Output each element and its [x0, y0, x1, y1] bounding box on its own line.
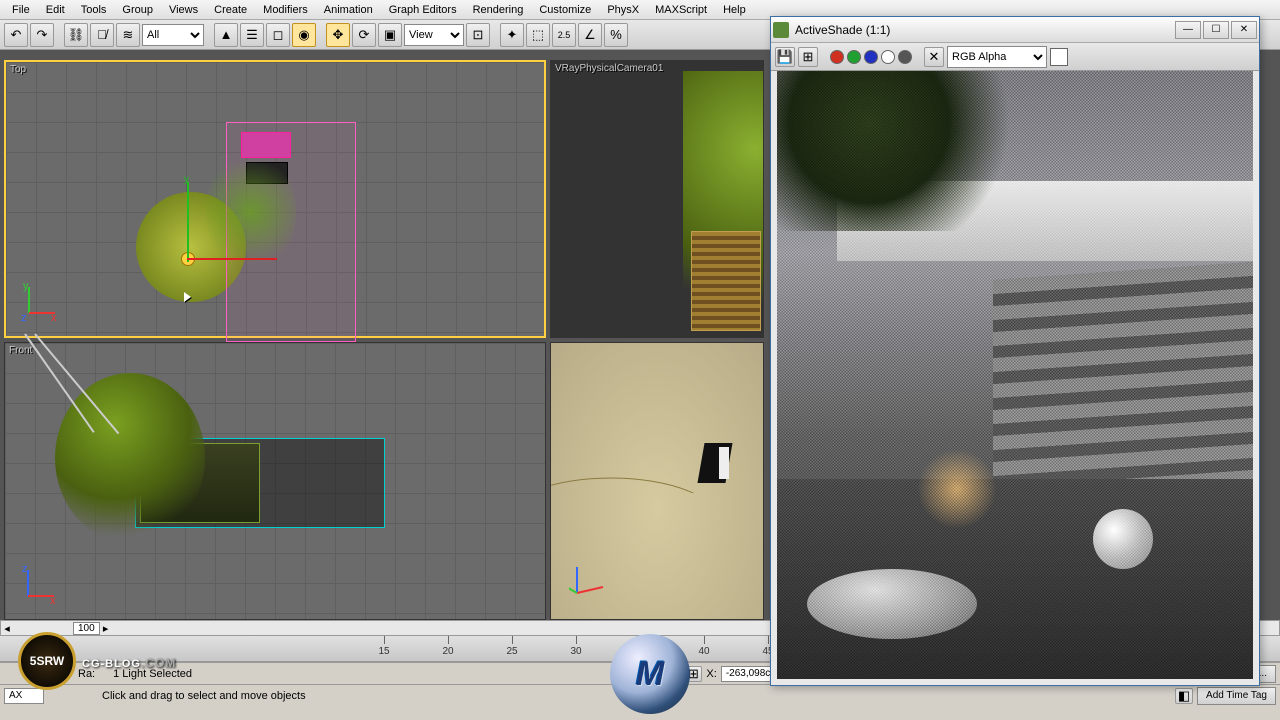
- tree-geom: [206, 152, 296, 272]
- menu-tools[interactable]: Tools: [73, 4, 115, 16]
- close-button[interactable]: ✕: [1231, 21, 1257, 39]
- window-crossing-button[interactable]: ◉: [292, 23, 316, 47]
- keyboard-shortcut-button[interactable]: ⬚: [526, 23, 550, 47]
- unlink-button[interactable]: ⛓̸: [90, 23, 114, 47]
- select-region-button[interactable]: ◻: [266, 23, 290, 47]
- menu-physx[interactable]: PhysX: [599, 4, 647, 16]
- svg-text:z: z: [21, 312, 27, 321]
- svg-text:x: x: [50, 595, 56, 604]
- svg-text:x: x: [51, 312, 57, 321]
- render-output: [777, 71, 1253, 679]
- bind-spacewarp-button[interactable]: ≋: [116, 23, 140, 47]
- select-object-button[interactable]: ▲: [214, 23, 238, 47]
- building-geom: [691, 231, 761, 331]
- clone-button[interactable]: ⊞: [798, 47, 818, 67]
- tree-geom: [55, 373, 205, 543]
- menu-rendering[interactable]: Rendering: [465, 4, 532, 16]
- minimize-button[interactable]: —: [1175, 21, 1201, 39]
- menu-help[interactable]: Help: [715, 4, 754, 16]
- activeshade-icon: [773, 22, 789, 38]
- link-button[interactable]: ⛓: [64, 23, 88, 47]
- activeshade-toolbar: 💾 ⊞ ✕ RGB Alpha: [771, 43, 1259, 71]
- add-time-tag-button[interactable]: Add Time Tag: [1197, 687, 1276, 705]
- angle-snap-button[interactable]: ∠: [578, 23, 602, 47]
- axis-tripod-icon: xz: [20, 564, 60, 604]
- x-label: X:: [706, 668, 716, 680]
- menu-animation[interactable]: Animation: [316, 4, 381, 16]
- ref-coord-select[interactable]: View: [404, 24, 464, 46]
- menu-maxscript[interactable]: MAXScript: [647, 4, 715, 16]
- rotate-button[interactable]: ⟳: [352, 23, 376, 47]
- viewport-label: Front: [9, 345, 32, 356]
- maximize-button[interactable]: ☐: [1203, 21, 1229, 39]
- axis-tripod-icon: y x z: [21, 281, 61, 321]
- select-by-name-button[interactable]: ☰: [240, 23, 264, 47]
- menu-group[interactable]: Group: [114, 4, 161, 16]
- center-logo: M: [610, 634, 690, 714]
- viewport-label: VRayPhysicalCamera01: [555, 63, 663, 74]
- cursor-icon: [184, 292, 191, 302]
- viewport-top[interactable]: Top y y x z: [4, 60, 546, 338]
- percent-snap-button[interactable]: %: [604, 23, 628, 47]
- svg-text:y: y: [23, 281, 29, 292]
- selection-filter-select[interactable]: All: [142, 24, 204, 46]
- gizmo-x-axis-icon: [187, 258, 277, 260]
- gizmo-y-axis-icon: [187, 182, 189, 262]
- badge-logo: 5SRW: [18, 632, 76, 690]
- camera-geom: [719, 447, 729, 479]
- pivot-center-button[interactable]: ⊡: [466, 23, 490, 47]
- script-listener-button[interactable]: ◧: [1175, 688, 1193, 704]
- viewport-perspective[interactable]: Perspective: [550, 342, 764, 620]
- prompt-hint: Click and drag to select and move object…: [102, 690, 602, 702]
- menu-customize[interactable]: Customize: [531, 4, 599, 16]
- move-button[interactable]: ✥: [326, 23, 350, 47]
- color-swatch[interactable]: [1050, 48, 1068, 66]
- site-logo: CG-BLOG.COM: [82, 654, 176, 672]
- alpha-channel-button[interactable]: [881, 50, 895, 64]
- channel-select[interactable]: RGB Alpha: [947, 46, 1047, 68]
- axis-label: y: [184, 174, 189, 185]
- menu-file[interactable]: File: [4, 4, 38, 16]
- activeshade-titlebar[interactable]: ActiveShade (1:1) — ☐ ✕: [771, 17, 1259, 43]
- menu-create[interactable]: Create: [206, 4, 255, 16]
- menu-graph-editors[interactable]: Graph Editors: [381, 4, 465, 16]
- mono-channel-button[interactable]: [898, 50, 912, 64]
- activeshade-title: ActiveShade (1:1): [795, 23, 1173, 37]
- render-noise-icon: [777, 71, 1253, 679]
- snap-toggle-button[interactable]: 2.5: [552, 23, 576, 47]
- clear-button[interactable]: ✕: [924, 47, 944, 67]
- red-channel-button[interactable]: [830, 50, 844, 64]
- axis-tripod-icon: [569, 561, 609, 601]
- undo-button[interactable]: ↶: [4, 23, 28, 47]
- menu-edit[interactable]: Edit: [38, 4, 73, 16]
- menu-views[interactable]: Views: [161, 4, 206, 16]
- viewport-label: Top: [10, 64, 26, 75]
- viewport-camera[interactable]: VRayPhysicalCamera01: [550, 60, 764, 338]
- ax-input[interactable]: [4, 688, 44, 704]
- wireframe-icon: [551, 343, 764, 493]
- green-channel-button[interactable]: [847, 50, 861, 64]
- frame-value: 100: [73, 622, 100, 635]
- save-image-button[interactable]: 💾: [775, 47, 795, 67]
- blue-channel-button[interactable]: [864, 50, 878, 64]
- svg-text:z: z: [22, 564, 28, 575]
- manipulate-button[interactable]: ✦: [500, 23, 524, 47]
- activeshade-window[interactable]: ActiveShade (1:1) — ☐ ✕ 💾 ⊞ ✕ RGB Alpha: [770, 16, 1260, 686]
- scale-button[interactable]: ▣: [378, 23, 402, 47]
- viewport-front[interactable]: Front xz: [4, 342, 546, 620]
- menu-modifiers[interactable]: Modifiers: [255, 4, 316, 16]
- redo-button[interactable]: ↷: [30, 23, 54, 47]
